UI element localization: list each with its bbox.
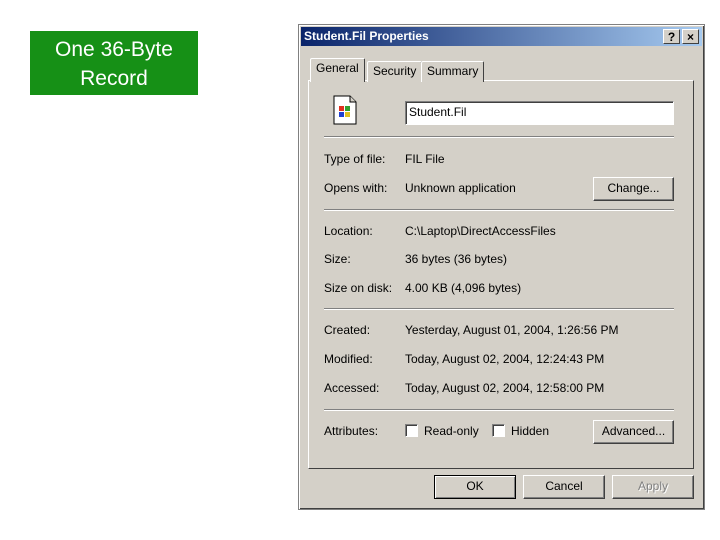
slide-label-line2: Record [80, 67, 148, 90]
size-label: Size: [324, 252, 351, 266]
properties-dialog: Student.Fil Properties ? × General Secur… [298, 24, 705, 510]
attributes-label: Attributes: [324, 424, 379, 438]
accessed-value: Today, August 02, 2004, 12:58:00 PM [405, 381, 605, 395]
windows-file-icon [333, 95, 357, 125]
modified-value: Today, August 02, 2004, 12:24:43 PM [405, 352, 605, 366]
change-button[interactable]: Change... [593, 177, 674, 201]
ok-button[interactable]: OK [434, 475, 516, 499]
advanced-button[interactable]: Advanced... [593, 420, 674, 444]
opens-with-value: Unknown application [405, 181, 516, 195]
opens-with-label: Opens with: [324, 181, 388, 195]
read-only-checkbox[interactable] [405, 424, 418, 437]
dialog-title-bar[interactable]: Student.Fil Properties ? × [301, 27, 702, 46]
separator [324, 209, 674, 211]
help-button[interactable]: ? [663, 29, 680, 44]
cancel-button[interactable]: Cancel [523, 475, 605, 499]
created-value: Yesterday, August 01, 2004, 1:26:56 PM [405, 323, 619, 337]
location-value: C:\Laptop\DirectAccessFiles [405, 224, 556, 238]
tab-general[interactable]: General [310, 58, 365, 82]
type-value: FIL File [405, 152, 445, 166]
separator [324, 136, 674, 138]
created-label: Created: [324, 323, 371, 337]
close-button[interactable]: × [682, 29, 699, 44]
hidden-checkbox[interactable] [492, 424, 505, 437]
hidden-label[interactable]: Hidden [511, 424, 549, 439]
tab-summary[interactable]: Summary [421, 61, 485, 82]
tab-security[interactable]: Security [367, 61, 423, 82]
read-only-label[interactable]: Read-only [424, 424, 479, 439]
dialog-title: Student.Fil Properties [304, 29, 429, 43]
accessed-label: Accessed: [324, 381, 380, 395]
apply-button[interactable]: Apply [612, 475, 694, 499]
slide-label: One 36-Byte Record [30, 31, 198, 95]
size-value: 36 bytes (36 bytes) [405, 252, 508, 266]
separator [324, 409, 674, 411]
slide-label-line1: One 36-Byte [55, 38, 173, 61]
separator [324, 308, 674, 310]
size-on-disk-label: Size on disk: [324, 281, 393, 295]
size-on-disk-value: 4.00 KB (4,096 bytes) [405, 281, 522, 295]
modified-label: Modified: [324, 352, 373, 366]
location-label: Location: [324, 224, 373, 238]
type-label: Type of file: [324, 152, 386, 166]
file-name-field[interactable]: Student.Fil [405, 101, 674, 125]
